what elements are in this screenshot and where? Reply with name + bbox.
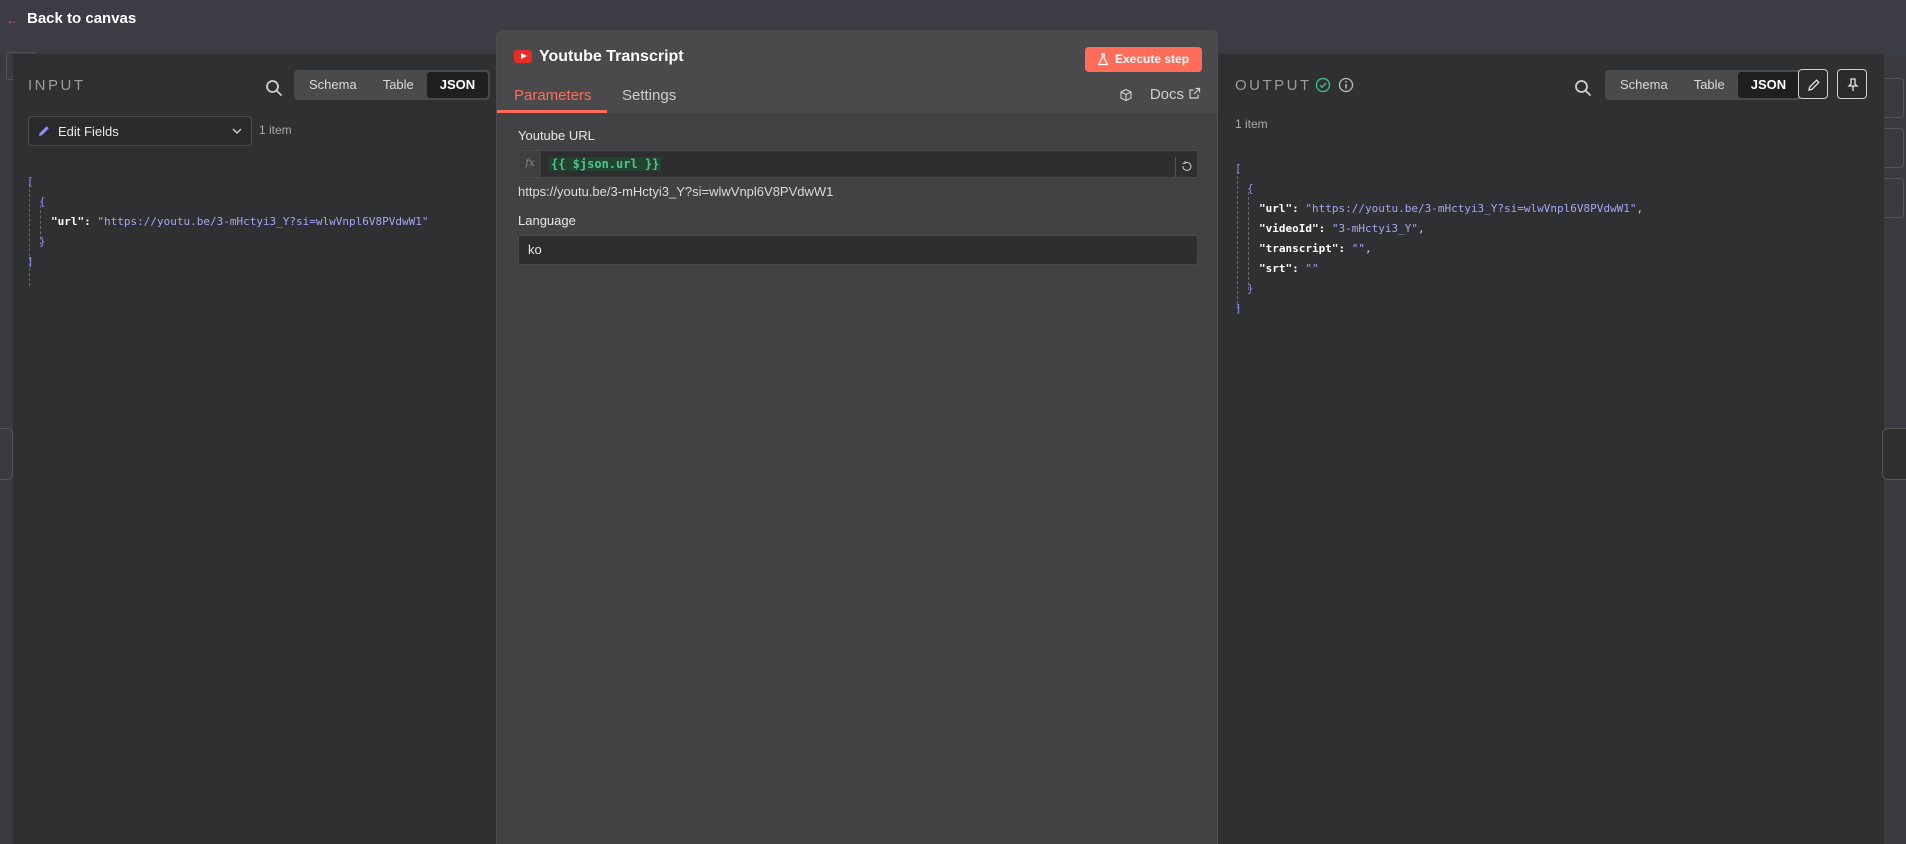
input-panel: INPUT Schema Table JSON Edit Fields 1 it… — [13, 54, 496, 844]
search-icon[interactable] — [264, 78, 284, 98]
expand-icon[interactable] — [1175, 157, 1197, 177]
input-view-schema[interactable]: Schema — [296, 72, 370, 98]
expression-text: {{ $json.url }} — [549, 157, 662, 171]
active-tab-indicator — [497, 110, 607, 113]
canvas-ghost-card — [1884, 78, 1904, 118]
json-value: "https://youtu.be/3-mHctyi3_Y?si=wlwVnpl… — [1305, 202, 1637, 215]
youtube-url-label: Youtube URL — [518, 128, 595, 143]
cube-icon[interactable] — [1119, 88, 1133, 102]
json-bracket: [ — [1235, 162, 1242, 175]
back-arrow-icon[interactable]: ← — [6, 14, 22, 26]
json-brace: } — [1247, 282, 1254, 295]
tab-settings[interactable]: Settings — [622, 87, 676, 104]
input-title: INPUT — [28, 77, 86, 94]
output-view-switcher: Schema Table JSON — [1605, 70, 1802, 100]
edit-output-button[interactable] — [1798, 69, 1828, 99]
json-comma: , — [1417, 222, 1425, 235]
input-json-view: [ { "url": "https://youtu.be/3-mHctyi3_Y… — [27, 172, 429, 272]
edit-icon — [1808, 79, 1820, 91]
json-row: "transcript": "", — [1235, 239, 1643, 259]
input-node-select-label: Edit Fields — [58, 124, 119, 139]
flask-icon — [1097, 53, 1109, 66]
node-title[interactable]: Youtube Transcript — [539, 48, 684, 66]
pencil-icon — [39, 126, 49, 136]
docs-link[interactable]: Docs — [1150, 86, 1184, 103]
chevron-down-icon — [232, 128, 242, 134]
json-comma: , — [1364, 242, 1372, 255]
check-circle-icon — [1315, 77, 1331, 93]
json-bracket: ] — [1235, 302, 1242, 315]
left-drag-handle[interactable] — [0, 428, 13, 480]
json-comma: , — [1636, 202, 1644, 215]
output-json-view: [ { "url": "https://youtu.be/3-mHctyi3_Y… — [1235, 159, 1643, 319]
json-value: "" — [1305, 262, 1319, 275]
pin-icon — [1847, 78, 1859, 91]
canvas-ghost-card — [1884, 178, 1904, 218]
output-view-json[interactable]: JSON — [1737, 72, 1800, 98]
json-row: "url": "https://youtu.be/3-mHctyi3_Y?si=… — [1235, 199, 1643, 219]
canvas-ghost-card — [1884, 128, 1904, 168]
input-item-count: 1 item — [259, 123, 292, 137]
json-bracket: ] — [27, 255, 34, 268]
json-key: "videoId": — [1259, 222, 1326, 235]
modal-header: Youtube Transcript Execute step Paramete… — [497, 30, 1217, 113]
json-key: "url": — [51, 215, 91, 228]
input-view-table[interactable]: Table — [370, 72, 427, 98]
output-title: OUTPUT — [1235, 77, 1312, 94]
fx-badge: fx — [519, 151, 541, 177]
external-link-icon[interactable] — [1188, 87, 1201, 100]
info-icon[interactable] — [1338, 77, 1354, 93]
json-key: "srt": — [1259, 262, 1299, 275]
json-value: "3-mHctyi3_Y" — [1331, 222, 1418, 235]
pin-output-button[interactable] — [1837, 69, 1867, 99]
youtube-url-expression-field[interactable]: fx {{ $json.url }} — [518, 150, 1198, 178]
search-icon[interactable] — [1573, 78, 1593, 98]
language-input[interactable]: ko — [518, 235, 1198, 265]
back-to-canvas-link[interactable]: Back to canvas — [27, 10, 136, 27]
input-view-json[interactable]: JSON — [426, 72, 489, 98]
right-drag-handle[interactable] — [1882, 428, 1906, 480]
output-view-schema[interactable]: Schema — [1607, 72, 1681, 98]
json-brace: { — [1247, 182, 1254, 195]
json-value: "https://youtu.be/3-mHctyi3_Y?si=wlwVnpl… — [97, 215, 429, 228]
input-node-select[interactable]: Edit Fields — [28, 116, 252, 146]
json-key: "url": — [1259, 202, 1299, 215]
output-view-table[interactable]: Table — [1681, 72, 1738, 98]
json-value: "" — [1351, 242, 1365, 255]
json-row: "videoId": "3-mHctyi3_Y", — [1235, 219, 1643, 239]
json-brace: { — [39, 195, 46, 208]
input-view-switcher: Schema Table JSON — [294, 70, 491, 100]
execute-step-button[interactable]: Execute step — [1085, 47, 1202, 72]
json-brace: } — [39, 235, 46, 248]
output-item-count: 1 item — [1235, 117, 1268, 131]
youtube-icon — [514, 50, 532, 63]
json-bracket: [ — [27, 175, 34, 188]
node-parameters-modal: Youtube Transcript Execute step Paramete… — [496, 30, 1218, 844]
language-label: Language — [518, 213, 576, 228]
output-panel: OUTPUT Schema Table JSON 1 item [ { "url… — [1218, 54, 1884, 844]
expression-result: https://youtu.be/3-mHctyi3_Y?si=wlwVnpl6… — [518, 184, 834, 199]
execute-step-label: Execute step — [1115, 52, 1190, 66]
json-row: "srt": "" — [1235, 259, 1643, 279]
json-key: "transcript": — [1259, 242, 1346, 255]
tab-parameters[interactable]: Parameters — [514, 87, 592, 104]
